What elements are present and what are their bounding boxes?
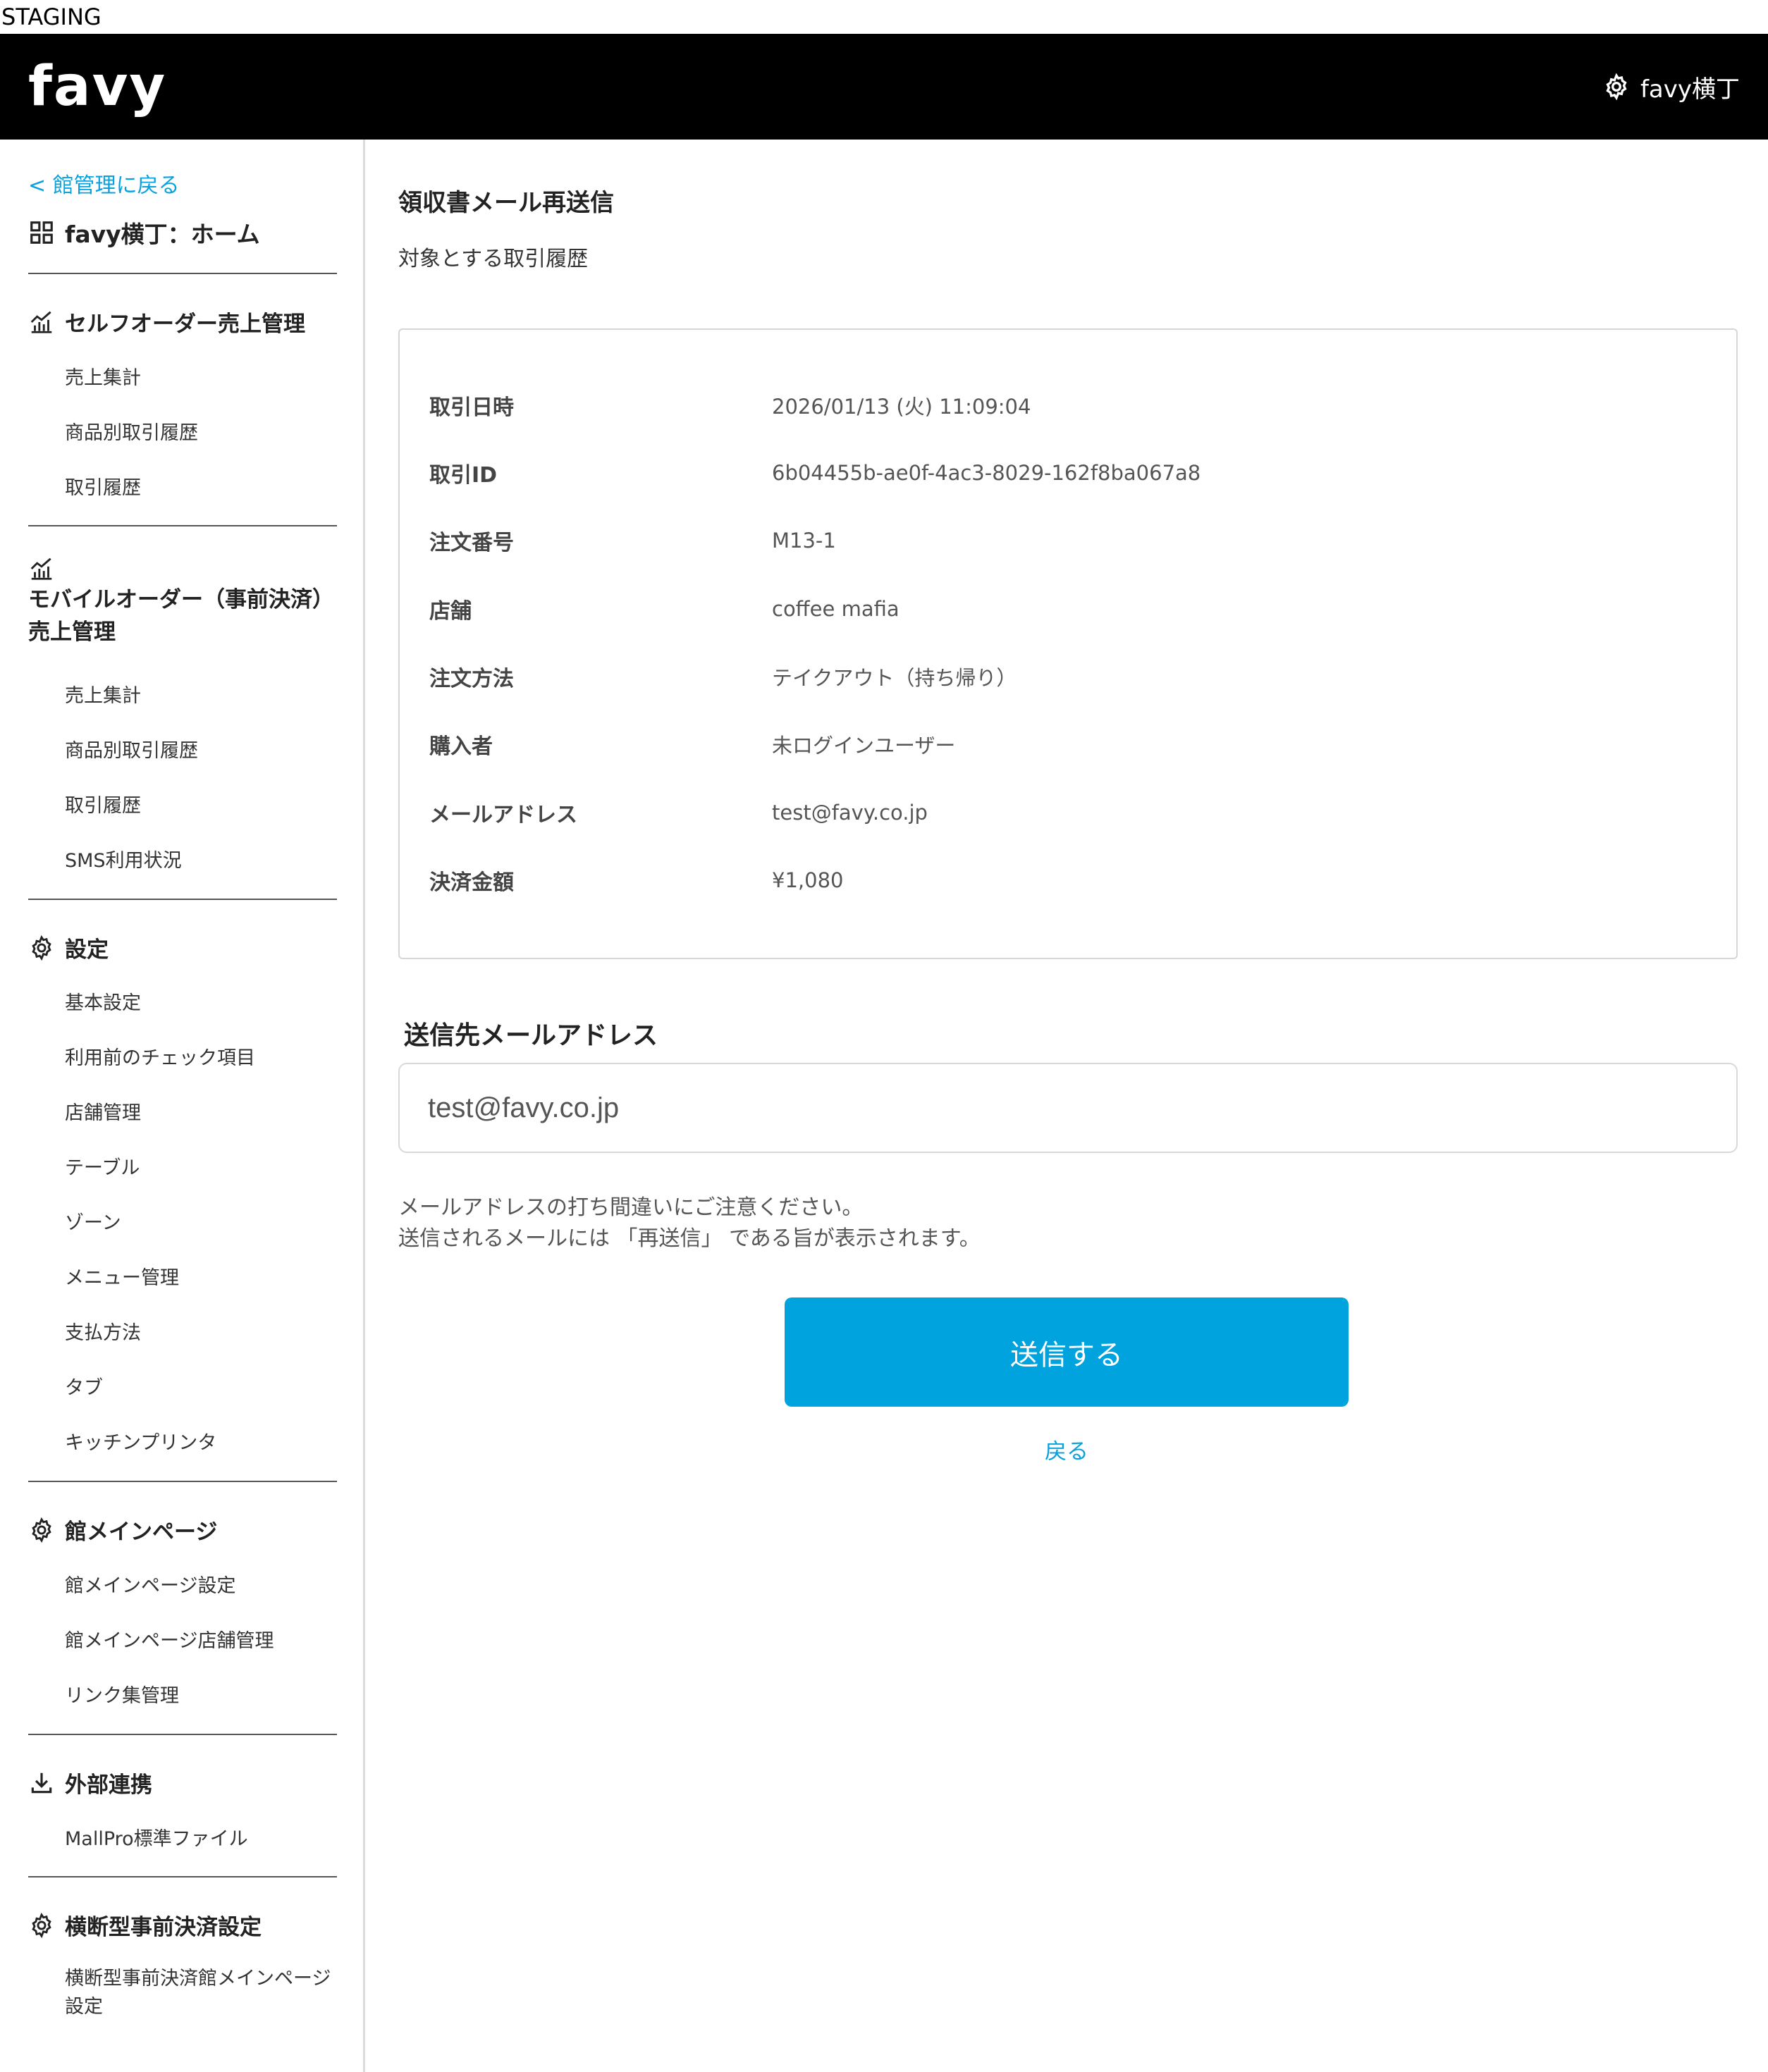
sidebar-item-tables[interactable]: テーブル	[65, 1154, 140, 1183]
detail-value: 2026/01/13 (火) 11:09:04	[772, 395, 1031, 419]
gear-icon	[32, 1517, 51, 1543]
section-title: セルフオーダー売上管理	[65, 312, 305, 337]
page-subtitle: 対象とする取引履歴	[398, 247, 589, 271]
section-title-line1: モバイルオーダー（事前決済）	[28, 587, 334, 612]
page-title: 領収書メール再送信	[398, 189, 614, 217]
sidebar: < 館管理に戻る favy横丁：ホーム セルフオーダー売上管理 売上集計 商品別…	[0, 140, 365, 2072]
sidebar-item-zones[interactable]: ゾーン	[65, 1209, 121, 1238]
sidebar-item-main-page-stores[interactable]: 館メインページ店舗管理	[65, 1627, 274, 1655]
notice-line: メールアドレスの打ち間違いにご注意ください。	[398, 1195, 864, 1220]
sidebar-section-main-page: 館メインページ	[28, 1514, 217, 1546]
sidebar-item-pre-use-check[interactable]: 利用前のチェック項目	[65, 1044, 255, 1073]
sidebar-item-mobile-product-history[interactable]: 商品別取引履歴	[65, 737, 198, 765]
sidebar-item-store-management[interactable]: 店舗管理	[65, 1099, 141, 1128]
gear-icon	[32, 1912, 51, 1938]
env-banner: STAGING	[0, 0, 1768, 34]
section-title-line2: 売上管理	[28, 619, 116, 645]
back-to-facility-link[interactable]: < 館管理に戻る	[28, 168, 180, 199]
send-button[interactable]: 送信する	[785, 1297, 1349, 1407]
chart-icon	[30, 557, 52, 580]
sidebar-divider	[28, 525, 337, 526]
sidebar-item-sms-usage[interactable]: SMS利用状況	[65, 847, 182, 875]
email-notice: メールアドレスの打ち間違いにご注意ください。 送信されるメールには 「再送信」 …	[398, 1192, 981, 1254]
sidebar-section-cross-prepay: 横断型事前決済設定	[28, 1909, 262, 1941]
detail-row: 注文番号 M13-1	[429, 523, 1698, 558]
sidebar-item-main-page-settings[interactable]: 館メインページ設定	[65, 1572, 235, 1601]
home-title-label: favy横丁：ホーム	[65, 221, 260, 248]
gear-icon	[32, 935, 51, 961]
sidebar-item-self-sales-summary[interactable]: 売上集計	[65, 364, 141, 393]
section-title: 横断型事前決済設定	[65, 1915, 262, 1940]
transaction-detail-card: 取引日時 2026/01/13 (火) 11:09:04 取引ID 6b0445…	[398, 328, 1738, 959]
detail-label: 店舗	[429, 599, 472, 624]
gear-icon	[1606, 73, 1627, 101]
recipient-email-input[interactable]	[398, 1063, 1738, 1153]
sidebar-home-title[interactable]: favy横丁：ホーム	[28, 216, 260, 249]
detail-row: メールアドレス test@favy.co.jp	[429, 795, 1698, 830]
sidebar-divider	[28, 1481, 337, 1482]
sidebar-section-external: 外部連携	[28, 1767, 152, 1799]
chart-icon	[30, 311, 52, 333]
detail-row: 取引ID 6b04455b-ae0f-4ac3-8029-162f8ba067a…	[429, 455, 1698, 491]
detail-row: 注文方法 テイクアウト（持ち帰り）	[429, 659, 1698, 694]
detail-row: 店舗 coffee mafia	[429, 591, 1698, 627]
account-menu-button[interactable]: favy横丁	[1602, 68, 1740, 106]
favy-logo[interactable]: favy	[28, 55, 166, 118]
detail-value: test@favy.co.jp	[772, 801, 928, 825]
detail-label: メールアドレス	[429, 803, 577, 827]
detail-label: 注文番号	[429, 531, 514, 555]
detail-value: テイクアウト（持ち帰り）	[772, 666, 1017, 690]
detail-row: 取引日時 2026/01/13 (火) 11:09:04	[429, 388, 1698, 423]
sidebar-item-payment-methods[interactable]: 支払方法	[65, 1319, 141, 1348]
sidebar-item-self-transaction-history[interactable]: 取引履歴	[65, 474, 141, 502]
sidebar-divider	[28, 1876, 337, 1877]
sidebar-divider	[28, 1734, 337, 1735]
back-button[interactable]: 戻る	[785, 1433, 1349, 1465]
detail-value: M13-1	[772, 529, 836, 553]
sidebar-section-self-order: セルフオーダー売上管理	[28, 306, 305, 338]
sidebar-item-cross-prepay-main-page[interactable]: 横断型事前決済館メインページ設定	[65, 1965, 333, 2021]
sidebar-divider	[28, 273, 337, 274]
top-header: favy favy横丁	[0, 34, 1768, 140]
detail-label: 取引日時	[429, 395, 514, 420]
main-content: 領収書メール再送信 対象とする取引履歴 取引日時 2026/01/13 (火) …	[367, 140, 1768, 2072]
sidebar-item-tabs[interactable]: タブ	[65, 1374, 103, 1402]
grid-icon	[30, 221, 53, 244]
sidebar-section-settings: 設定	[28, 932, 109, 963]
download-icon	[31, 1772, 52, 1793]
detail-value: coffee mafia	[772, 597, 900, 621]
sidebar-item-mobile-sales-summary[interactable]: 売上集計	[65, 682, 141, 710]
section-title: 外部連携	[65, 1772, 152, 1798]
sidebar-item-basic-settings[interactable]: 基本設定	[65, 989, 141, 1018]
sidebar-item-links[interactable]: リンク集管理	[65, 1682, 179, 1710]
section-title: 設定	[65, 937, 109, 963]
detail-label: 決済金額	[429, 870, 514, 895]
sidebar-divider	[28, 899, 337, 900]
sidebar-item-self-product-history[interactable]: 商品別取引履歴	[65, 419, 198, 448]
account-label: favy横丁	[1640, 75, 1740, 104]
sidebar-section-mobile-order: モバイルオーダー（事前決済） 売上管理	[28, 555, 338, 648]
recipient-email-label: 送信先メールアドレス	[404, 1021, 658, 1050]
detail-label: 注文方法	[429, 667, 514, 691]
detail-value: 未ログインユーザー	[772, 734, 956, 758]
section-title: 館メインページ	[65, 1519, 218, 1545]
sidebar-item-mallpro-file[interactable]: MallPro標準ファイル	[65, 1825, 248, 1854]
notice-line: 送信されるメールには 「再送信」 である旨が表示されます。	[398, 1226, 981, 1251]
detail-value: ¥1,080	[772, 868, 844, 892]
detail-label: 購入者	[429, 734, 493, 759]
detail-row: 決済金額 ¥1,080	[429, 863, 1698, 898]
detail-label: 取引ID	[429, 463, 498, 488]
sidebar-item-mobile-transaction-history[interactable]: 取引履歴	[65, 792, 141, 820]
sidebar-item-kitchen-printer[interactable]: キッチンプリンタ	[65, 1429, 216, 1457]
detail-row: 購入者 未ログインユーザー	[429, 727, 1698, 762]
sidebar-item-menu-management[interactable]: メニュー管理	[65, 1264, 179, 1293]
detail-value: 6b04455b-ae0f-4ac3-8029-162f8ba067a8	[772, 461, 1201, 485]
